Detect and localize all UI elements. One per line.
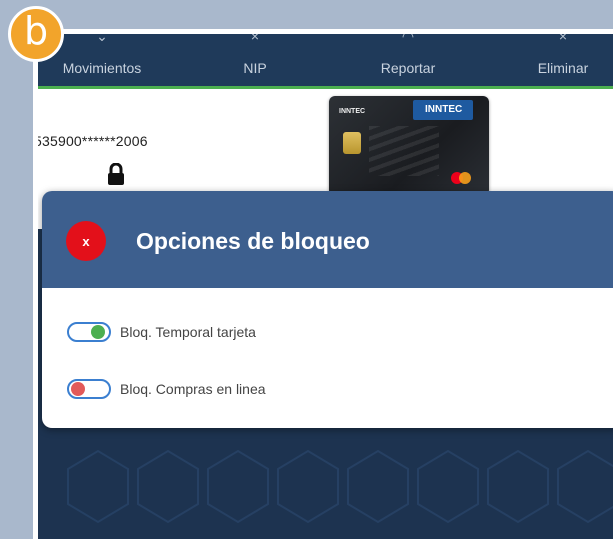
option-online-purchases[interactable]: Bloq. Compras en linea <box>67 377 266 401</box>
toggle-knob <box>91 325 105 339</box>
close-icon: × <box>558 34 568 44</box>
nav-item-reportar[interactable]: ◠ Reportar <box>348 34 468 86</box>
card-brand-logo: INNTEC <box>425 104 463 115</box>
card-pattern <box>369 126 439 176</box>
option-label: Bloq. Compras en linea <box>120 381 266 397</box>
nav-item-eliminar[interactable]: × Eliminar <box>508 34 613 86</box>
close-icon: × <box>250 34 260 44</box>
top-nav: ⌄ Movimientos × NIP ◠ Reportar × Elimina… <box>38 34 613 89</box>
card-chip <box>343 132 361 154</box>
mastercard-logo-orange <box>459 172 471 184</box>
arrow-icon: ⌄ <box>96 34 108 44</box>
card-small-logo: INNTEC <box>339 108 366 115</box>
badge-letter: b <box>23 9 49 53</box>
nav-label: Movimientos <box>62 60 142 76</box>
option-temporary-block[interactable]: Bloq. Temporal tarjeta <box>67 320 256 344</box>
dialog-title: Opciones de bloqueo <box>136 228 370 254</box>
close-icon: x <box>82 233 90 249</box>
card-number: 535900******2006 <box>38 133 148 149</box>
nav-label: Eliminar <box>537 60 589 76</box>
step-badge: b <box>8 6 64 62</box>
close-button[interactable]: x <box>66 221 106 261</box>
nav-label: NIP <box>243 60 267 76</box>
nav-item-nip[interactable]: × NIP <box>210 34 300 86</box>
toggle-online-purchases[interactable] <box>67 379 111 399</box>
toggle-knob <box>71 382 85 396</box>
circle-icon: ◠ <box>401 34 415 44</box>
phone-frame: ⌄ Movimientos × NIP ◠ Reportar × Elimina… <box>33 29 613 539</box>
app-screen: ⌄ Movimientos × NIP ◠ Reportar × Elimina… <box>38 34 613 539</box>
toggle-temporary-block[interactable] <box>67 322 111 342</box>
block-options-dialog: x Opciones de bloqueo Bloq. Temporal tar… <box>42 191 613 428</box>
option-label: Bloq. Temporal tarjeta <box>120 324 256 340</box>
card-image[interactable]: INNTEC INNTEC <box>329 96 489 196</box>
lock-icon <box>108 163 124 185</box>
dialog-header: x Opciones de bloqueo <box>42 191 613 288</box>
nav-label: Reportar <box>380 60 436 76</box>
